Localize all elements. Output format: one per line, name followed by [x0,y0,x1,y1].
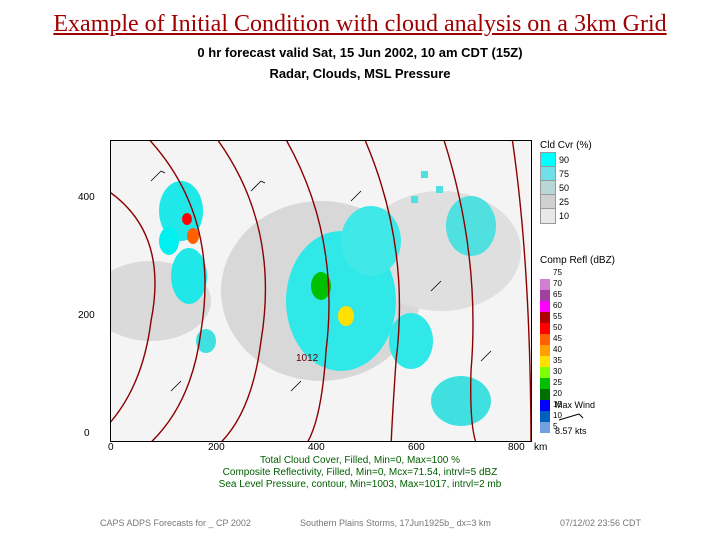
legend-swatch [540,367,550,378]
legend-swatch [540,268,550,279]
legend-swatch [540,389,550,400]
legend-cloud: Cld Cvr (%) 90 75 50 25 10 [540,140,620,223]
legend-value: 20 [553,389,562,400]
page-title: Example of Initial Condition with cloud … [40,10,680,39]
x-tick: 800 [508,442,525,453]
legend-value: 45 [553,334,562,345]
plot-caption: Total Cloud Cover, Filled, Min=0, Max=10… [110,455,610,491]
legend-value: 35 [553,356,562,367]
legend-value: 75 [553,268,562,279]
legend-swatch [540,208,556,224]
chart-title-1: 0 hr forecast valid Sat, 15 Jun 2002, 10… [0,45,720,60]
legend-swatch [540,378,550,389]
legend-swatch [540,334,550,345]
legend-swatch [540,301,550,312]
footer-left: CAPS ADPS Forecasts for _ CP 2002 [100,518,251,528]
legend-refl-title: Comp Refl (dBZ) [540,255,620,266]
legend-swatch [540,422,550,433]
isobar-label: 1012 [296,353,319,364]
plot-layers: 1012 [111,141,531,441]
legend-cloud-title: Cld Cvr (%) [540,140,620,151]
legend-row: 75 [540,167,620,181]
legend-value: 55 [553,312,562,323]
legend-value: 70 [553,279,562,290]
legend-swatch [540,312,550,323]
x-tick: 0 [108,442,114,453]
legend-row: 90 [540,153,620,167]
legend-swatch [540,356,550,367]
legend-value: 50 [553,323,562,334]
caption-line: Sea Level Pressure, contour, Min=1003, M… [110,479,610,491]
legend-swatch [540,345,550,356]
legend-wind-value: 8.57 kts [555,426,595,436]
legend-swatch [540,400,550,411]
x-unit: km [534,442,547,453]
legend-row: 25 [540,195,620,209]
map-plot: 1012 [110,140,532,442]
legend-value: 50 [559,183,569,193]
x-tick: 600 [408,442,425,453]
legend-row: 10 [540,209,620,223]
legend-swatch [540,290,550,301]
caption-line: Total Cloud Cover, Filled, Min=0, Max=10… [110,455,610,467]
legend-value: 65 [553,290,562,301]
x-tick: 200 [208,442,225,453]
legend-value: 40 [553,345,562,356]
legend-value: 60 [553,301,562,312]
chart-title-2: Radar, Clouds, MSL Pressure [0,66,720,81]
caption-line: Composite Reflectivity, Filled, Min=0, M… [110,467,610,479]
legend-value: 25 [559,197,569,207]
footer-timestamp: 07/12/02 23:56 CDT [560,518,641,528]
x-tick: 400 [308,442,325,453]
legend-wind-title: Max Wind [555,400,595,410]
footer-mid: Southern Plains Storms, 17Jun1925b_ dx=3… [300,518,491,528]
legend-row: 50 [540,181,620,195]
y-tick: 0 [84,428,90,439]
y-tick: 400 [78,192,95,203]
legend-swatch [540,323,550,334]
legend-value: 90 [559,155,569,165]
legend-value: 10 [559,211,569,221]
y-tick: 200 [78,310,95,321]
legend-swatch [540,411,550,422]
legend-value: 30 [553,367,562,378]
legend-value: 25 [553,378,562,389]
legend-value: 75 [559,169,569,179]
legend-swatch [540,279,550,290]
legend-wind: Max Wind 8.57 kts [555,400,595,436]
